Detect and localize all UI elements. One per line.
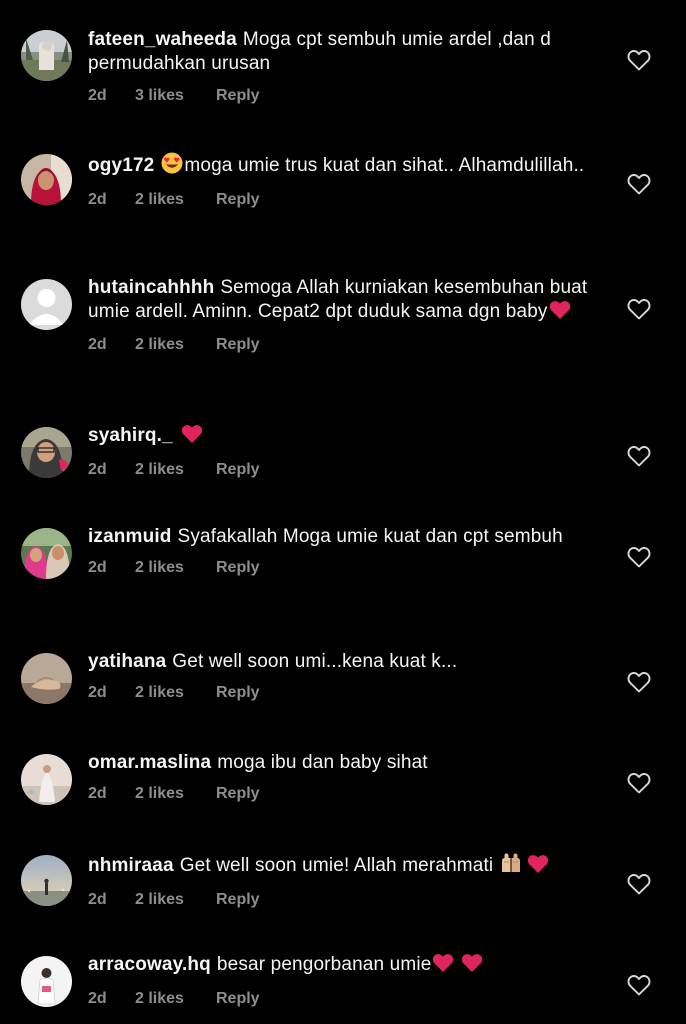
likes-count[interactable]: 2 likes xyxy=(135,336,216,354)
heart-outline-icon[interactable] xyxy=(627,445,651,467)
likes-count[interactable]: 3 likes xyxy=(135,87,216,105)
comment-text: syahirq._ xyxy=(88,424,608,451)
comment-time: 2d xyxy=(88,336,107,353)
reply-button[interactable]: Reply xyxy=(216,891,260,909)
comment-time: 2d xyxy=(88,989,107,1007)
red-heart-emoji xyxy=(181,424,203,451)
username[interactable]: omar.maslina xyxy=(88,752,211,773)
likes-count[interactable]: 2 likes xyxy=(135,191,216,209)
comment-text: fateen_waheeda Moga cpt sembuh umie ardel… xyxy=(88,28,608,75)
avatar[interactable] xyxy=(21,528,72,579)
comment-time: 2d xyxy=(88,460,107,478)
reply-button[interactable]: Reply xyxy=(216,336,260,354)
username[interactable]: nhmiraaa xyxy=(88,855,174,876)
comment-time: 2d xyxy=(88,890,107,908)
username[interactable]: ogy172 xyxy=(88,155,154,176)
heart-outline-icon[interactable] xyxy=(627,974,651,996)
heart-outline-icon[interactable] xyxy=(627,298,651,320)
avatar[interactable] xyxy=(21,279,72,330)
comment-time: 2d xyxy=(88,87,107,104)
heart-outline-icon[interactable] xyxy=(627,671,651,693)
comment-message: moga umie trus kuat dan sihat.. Alhamdul… xyxy=(184,155,585,176)
comment-message: Get well soon umi...kena kuat k... xyxy=(172,651,458,672)
heart-eyes-emoji xyxy=(161,152,183,181)
username[interactable]: fateen_waheeda xyxy=(88,29,237,50)
heart-outline-icon[interactable] xyxy=(627,546,651,568)
reply-button[interactable]: Reply xyxy=(216,990,260,1008)
comment-message: moga ibu dan baby sihat xyxy=(217,752,428,773)
reply-button[interactable]: Reply xyxy=(216,191,260,209)
red-heart-emoji xyxy=(461,953,483,980)
username[interactable]: izanmuid xyxy=(88,526,172,547)
reply-button[interactable]: Reply xyxy=(216,785,260,803)
likes-count[interactable]: 2 likes xyxy=(135,684,216,702)
comment-text: yatihana Get well soon umi...kena kuat k.… xyxy=(88,650,608,674)
comment-text: omar.maslina moga ibu dan baby sihat xyxy=(88,751,608,775)
avatar[interactable] xyxy=(21,855,72,906)
comment-message: Get well soon umie! Allah merahmati xyxy=(179,855,494,876)
comment-time: 2d xyxy=(88,784,107,802)
comment-time: 2d xyxy=(88,558,107,576)
reply-button[interactable]: Reply xyxy=(216,559,260,577)
red-heart-emoji xyxy=(527,854,549,881)
praying-hands-emoji xyxy=(499,852,523,881)
comment-time: 2d xyxy=(88,683,107,701)
avatar[interactable] xyxy=(21,154,72,205)
likes-count[interactable]: 2 likes xyxy=(135,559,216,577)
username[interactable]: arracoway.hq xyxy=(88,954,211,975)
red-heart-emoji xyxy=(549,300,571,327)
comment-message: besar pengorbanan umie xyxy=(216,954,432,975)
comment-text: hutaincahhhh Semoga Allah kurniakan kesem… xyxy=(88,276,608,326)
avatar[interactable] xyxy=(21,653,72,704)
avatar[interactable] xyxy=(21,754,72,805)
comment-text: izanmuid Syafakallah Moga umie kuat dan c… xyxy=(88,525,608,549)
comment-text: nhmiraaa Get well soon umie! Allah merahm… xyxy=(88,852,608,881)
likes-count[interactable]: 2 likes xyxy=(135,891,216,909)
username[interactable]: hutaincahhhh xyxy=(88,277,214,298)
likes-count[interactable]: 2 likes xyxy=(135,785,216,803)
reply-button[interactable]: Reply xyxy=(216,87,260,105)
likes-count[interactable]: 2 likes xyxy=(135,461,216,479)
comment-text: arracoway.hq besar pengorbanan umie xyxy=(88,953,608,980)
avatar[interactable] xyxy=(21,956,72,1007)
heart-outline-icon[interactable] xyxy=(627,173,651,195)
comment-text: ogy172 moga umie trus kuat dan sihat.. Al… xyxy=(88,152,608,181)
username[interactable]: yatihana xyxy=(88,651,166,672)
heart-outline-icon[interactable] xyxy=(627,772,651,794)
comment-time: 2d xyxy=(88,190,107,208)
heart-outline-icon[interactable] xyxy=(627,873,651,895)
avatar[interactable] xyxy=(21,30,72,81)
reply-button[interactable]: Reply xyxy=(216,684,260,702)
reply-button[interactable]: Reply xyxy=(216,461,260,479)
avatar[interactable] xyxy=(21,427,72,478)
heart-outline-icon[interactable] xyxy=(627,49,651,71)
username[interactable]: syahirq._ xyxy=(88,425,173,446)
red-heart-emoji xyxy=(432,953,454,980)
likes-count[interactable]: 2 likes xyxy=(135,990,216,1008)
comment-message: Syafakallah Moga umie kuat dan cpt sembu… xyxy=(177,526,563,547)
